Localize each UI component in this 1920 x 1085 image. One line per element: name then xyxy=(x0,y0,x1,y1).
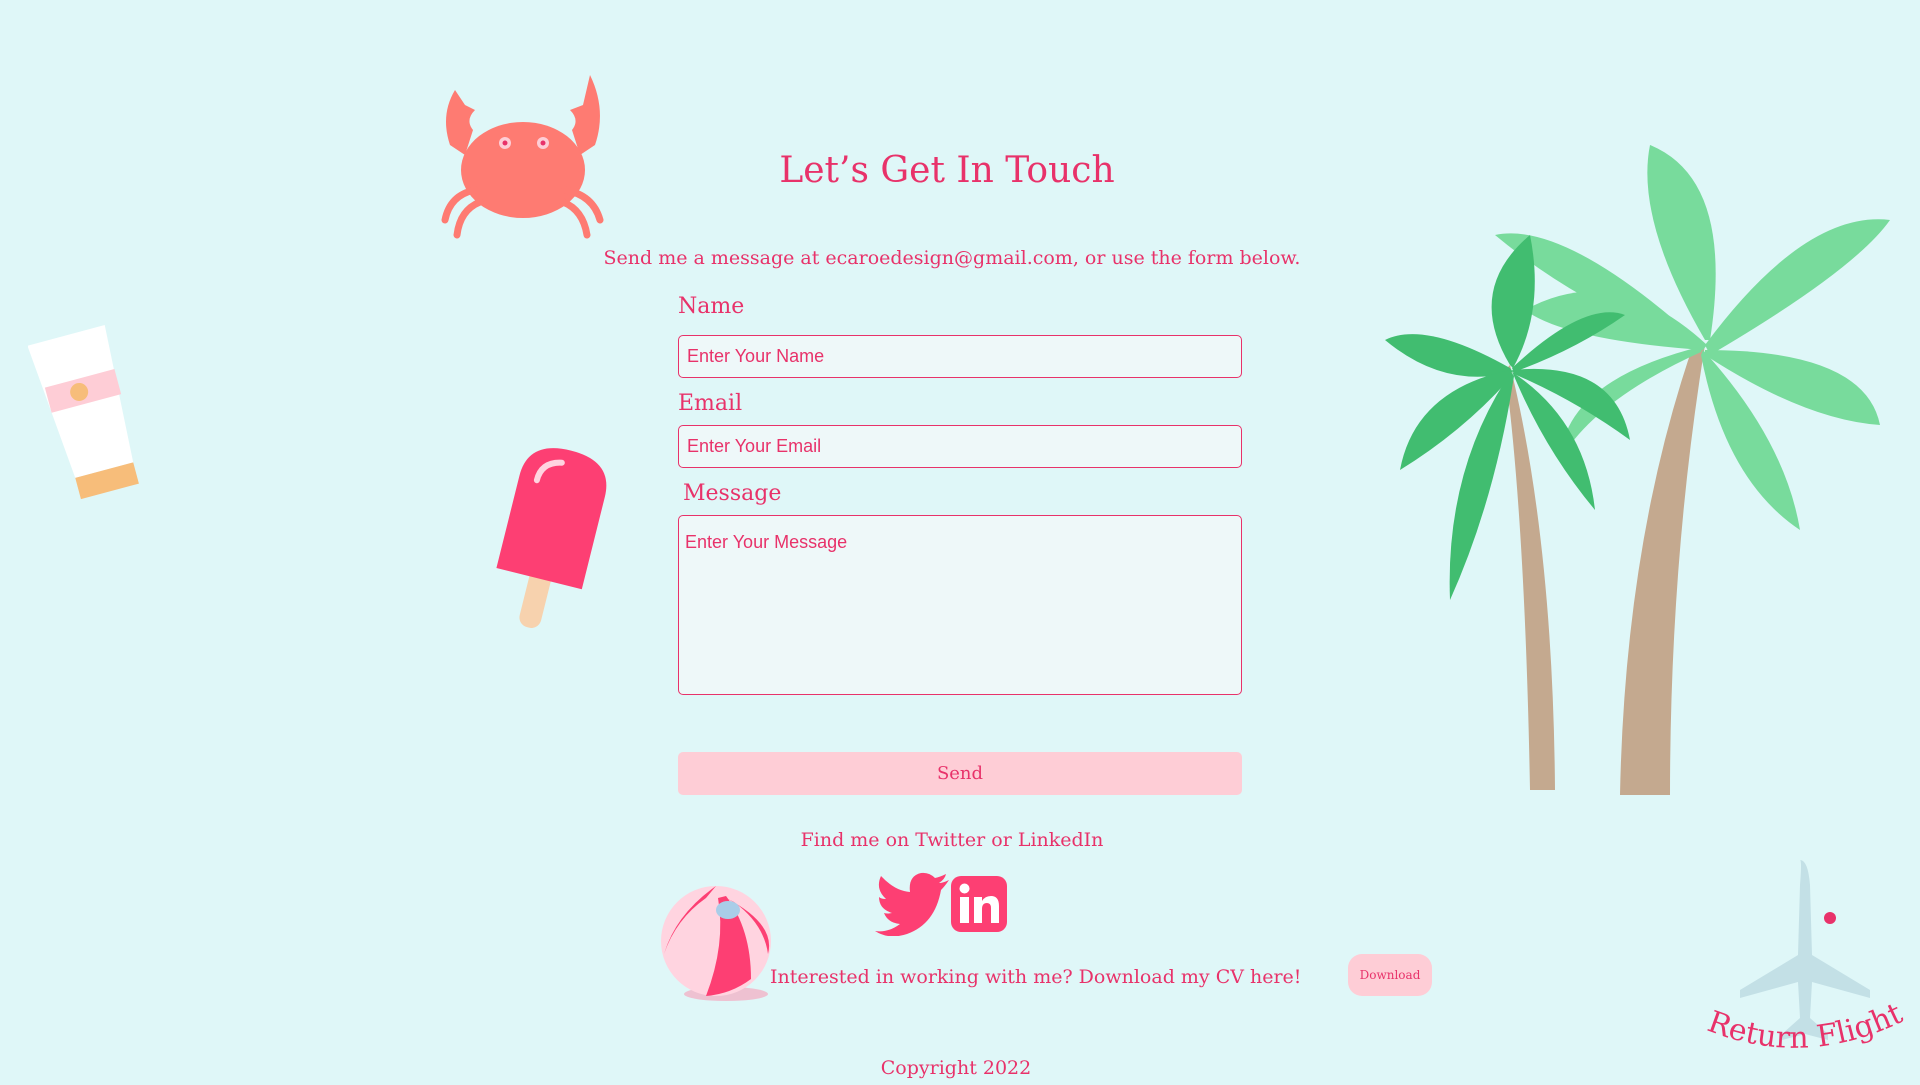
send-button[interactable]: Send xyxy=(678,752,1242,795)
copyright: Copyright 2022 xyxy=(880,1057,1032,1079)
name-label: Name xyxy=(678,294,745,319)
linkedin-icon xyxy=(951,876,1007,932)
social-text: Find me on Twitter or LinkedIn xyxy=(800,829,1104,851)
popsicle-illustration xyxy=(496,448,607,628)
cv-text: Interested in working with me? Download … xyxy=(770,966,1302,988)
download-cv-button[interactable]: Download xyxy=(1348,954,1432,996)
linkedin-link[interactable] xyxy=(951,876,1007,936)
logo[interactable]: Return Flight xyxy=(1700,850,1910,1070)
logo-text: Return Flight xyxy=(1703,996,1908,1056)
page-title: Let’s Get In Touch xyxy=(779,150,1115,191)
name-field[interactable] xyxy=(678,335,1242,378)
message-label: Message xyxy=(683,481,782,506)
sunscreen-illustration xyxy=(28,325,139,500)
email-field[interactable] xyxy=(678,425,1242,468)
message-field[interactable] xyxy=(678,515,1242,695)
twitter-icon xyxy=(875,872,949,937)
twitter-link[interactable] xyxy=(875,872,950,940)
email-label: Email xyxy=(678,391,743,416)
page-subtitle: Send me a message at ecaroedesign@gmail.… xyxy=(603,247,1301,269)
beach-ball-illustration xyxy=(661,886,771,1001)
palm-trees-illustration xyxy=(1385,145,1890,795)
